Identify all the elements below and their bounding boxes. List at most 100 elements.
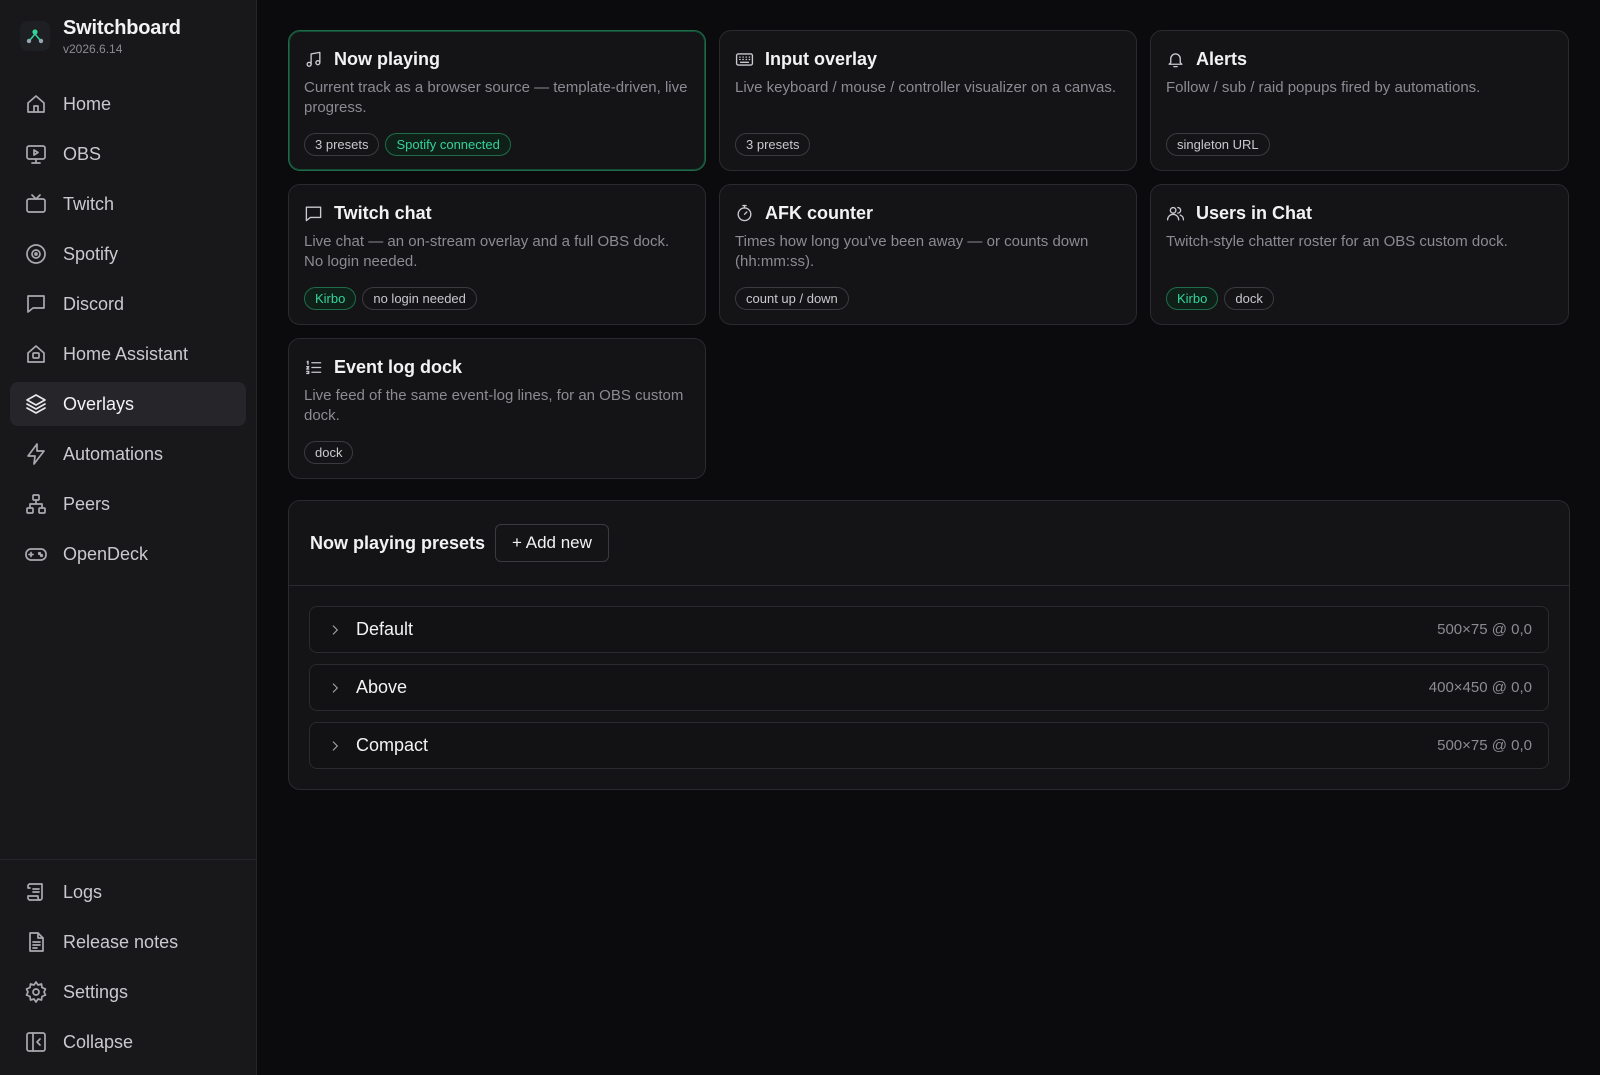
chevron-right-icon[interactable]	[328, 680, 344, 696]
overlay-card-afk-counter[interactable]: AFK counter Times how long you've been aw…	[719, 184, 1137, 325]
sidebar-item-label: Discord	[63, 293, 125, 314]
card-description: Current track as a browser source — temp…	[304, 79, 688, 116]
presets-header: Now playing presets + Add new	[289, 501, 1569, 586]
switchboard-logo-icon	[20, 21, 50, 51]
preset-dimensions: 500×75 @ 0,0	[1437, 737, 1532, 754]
card-tag: no login needed	[362, 287, 477, 310]
sidebar-item-spotify[interactable]: Spotify	[10, 232, 246, 276]
card-description: Follow / sub / raid popups fired by auto…	[1166, 79, 1481, 96]
card-tags: Kirbo dock	[1166, 287, 1274, 310]
sidebar-item-automations[interactable]: Automations	[10, 432, 246, 476]
sidebar-item-obs[interactable]: OBS	[10, 132, 246, 176]
sidebar-item-label: OBS	[63, 143, 102, 164]
sidebar-footer-nav: Logs Release notes Settings Collapse	[0, 859, 256, 1070]
gamepad-icon	[23, 541, 49, 567]
sidebar-item-label: Home Assistant	[63, 343, 189, 364]
preset-name: Above	[356, 677, 408, 697]
sidebar-item-settings[interactable]: Settings	[10, 970, 246, 1014]
sidebar-item-label: Home	[63, 93, 112, 114]
card-tag: 3 presets	[304, 133, 380, 156]
sidebar-item-label: Twitch	[63, 193, 115, 214]
preset-name: Compact	[356, 735, 429, 755]
sidebar-item-logs[interactable]: Logs	[10, 870, 246, 914]
card-tags: Kirbo no login needed	[304, 287, 477, 310]
card-description: Live keyboard / mouse / controller visua…	[735, 79, 1117, 96]
preset-row-default[interactable]: Default 500×75 @ 0,0	[309, 606, 1549, 653]
app-window: Switchboard v2026.6.14 Home OBS Twitch Spot…	[0, 0, 1600, 1075]
overlay-card-event-log-dock[interactable]: Event log dock Live feed of the same even…	[288, 338, 706, 479]
card-description: Live chat — an on-stream overlay and a f…	[304, 233, 670, 270]
preset-dimensions: 400×450 @ 0,0	[1428, 679, 1532, 696]
card-title: Event log dock	[334, 356, 463, 377]
sidebar-item-label: Release notes	[63, 931, 179, 952]
chevron-right-icon[interactable]	[328, 738, 344, 754]
sidebar-item-release-notes[interactable]: Release notes	[10, 920, 246, 964]
tv-icon	[23, 191, 49, 217]
card-title: Now playing	[334, 48, 441, 69]
card-description: Twitch-style chatter roster for an OBS c…	[1166, 233, 1508, 250]
overlay-card-users-in-chat[interactable]: Users in Chat Twitch-style chatter roster…	[1150, 184, 1569, 325]
sidebar-item-home[interactable]: Home	[10, 82, 246, 126]
card-tag: Kirbo	[1166, 287, 1219, 310]
layers-icon	[23, 391, 49, 417]
gear-icon	[23, 979, 49, 1005]
card-description: Times how long you've been away — or cou…	[735, 233, 1089, 270]
sidebar-item-label: Overlays	[63, 393, 135, 414]
sidebar-item-home-assistant[interactable]: Home Assistant	[10, 332, 246, 376]
overlays-page: Now playing Current track as a browser so…	[257, 0, 1600, 1075]
document-icon	[23, 929, 49, 955]
sidebar-item-label: OpenDeck	[63, 543, 149, 564]
preset-name: Default	[356, 619, 414, 639]
chevron-right-icon[interactable]	[328, 622, 344, 638]
sidebar-item-label: Automations	[63, 443, 164, 464]
collapse-icon	[23, 1029, 49, 1055]
music-note-icon	[304, 49, 324, 69]
users-icon	[1166, 203, 1186, 223]
card-tag: dock	[304, 441, 354, 464]
presets-panel: Now playing presets + Add new Default 500…	[288, 500, 1570, 790]
bell-icon	[1166, 49, 1186, 69]
sidebar-item-label: Logs	[63, 881, 103, 902]
overlay-card-twitch-chat[interactable]: Twitch chat Live chat — an on-stream over…	[288, 184, 706, 325]
sidebar-item-label: Settings	[63, 981, 129, 1002]
card-tag: Kirbo	[304, 287, 357, 310]
card-tags: 3 presets Spotify connected	[304, 133, 511, 156]
list-icon	[304, 357, 324, 377]
card-tags: dock	[304, 441, 354, 464]
sidebar-item-overlays[interactable]: Overlays	[10, 382, 246, 426]
network-icon	[23, 491, 49, 517]
overlay-card-now-playing[interactable]: Now playing Current track as a browser so…	[288, 30, 706, 171]
sidebar-item-collapse[interactable]: Collapse	[10, 1020, 246, 1064]
card-title: AFK counter	[765, 202, 873, 223]
brand: Switchboard v2026.6.14	[0, 0, 256, 72]
preset-row-above[interactable]: Above 400×450 @ 0,0	[309, 664, 1549, 711]
card-description: Live feed of the same event-log lines, f…	[304, 387, 684, 424]
sidebar-item-opendeck[interactable]: OpenDeck	[10, 532, 246, 576]
card-tag: singleton URL	[1166, 133, 1270, 156]
overlay-cards-grid: Now playing Current track as a browser so…	[288, 30, 1570, 479]
home-icon	[23, 91, 49, 117]
chat-icon	[23, 291, 49, 317]
overlay-card-alerts[interactable]: Alerts Follow / sub / raid popups fired b…	[1150, 30, 1569, 171]
sidebar-nav: Home OBS Twitch Spotify Discord Home Assistan…	[0, 72, 256, 582]
overlay-card-input-overlay[interactable]: Input overlay Live keyboard / mouse / con…	[719, 30, 1137, 171]
card-tag: dock	[1224, 287, 1274, 310]
stopwatch-icon	[735, 203, 755, 223]
preset-list: Default 500×75 @ 0,0 Above 400×450 @ 0,0 Com…	[289, 586, 1569, 789]
lightning-icon	[23, 441, 49, 467]
sidebar-item-peers[interactable]: Peers	[10, 482, 246, 526]
card-tags: singleton URL	[1166, 133, 1270, 156]
sidebar-item-twitch[interactable]: Twitch	[10, 182, 246, 226]
sidebar-item-discord[interactable]: Discord	[10, 282, 246, 326]
monitor-icon	[23, 141, 49, 167]
app-version: v2026.6.14	[63, 41, 123, 56]
card-tags: count up / down	[735, 287, 849, 310]
presets-title: Now playing presets	[310, 532, 486, 553]
add-preset-button[interactable]: + Add new	[495, 524, 609, 562]
keyboard-icon	[735, 49, 755, 69]
card-tags: 3 presets	[735, 133, 811, 156]
preset-row-compact[interactable]: Compact 500×75 @ 0,0	[309, 722, 1549, 769]
app-name: Switchboard	[63, 16, 181, 39]
preset-dimensions: 500×75 @ 0,0	[1437, 621, 1532, 638]
card-title: Input overlay	[765, 48, 878, 69]
